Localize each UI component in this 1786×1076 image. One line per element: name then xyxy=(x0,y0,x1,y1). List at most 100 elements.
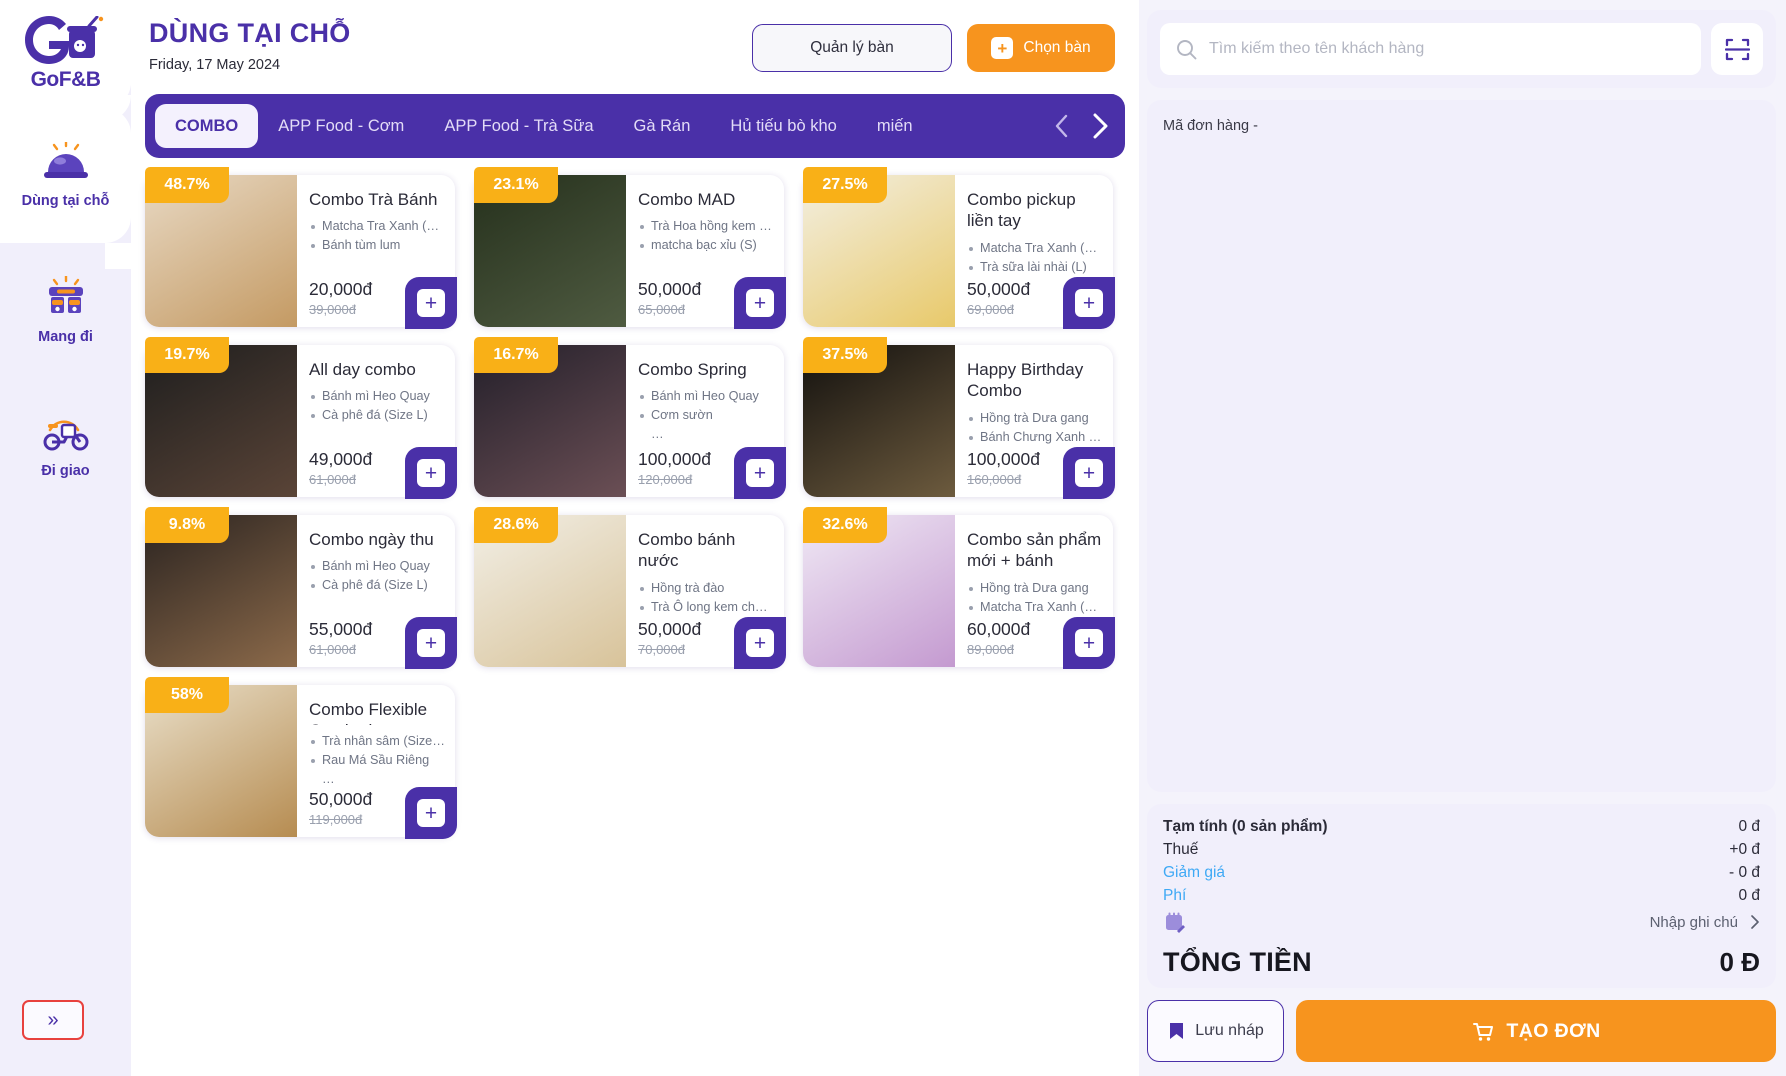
save-draft-button[interactable]: Lưu nháp xyxy=(1147,1000,1284,1062)
note-label: Nhập ghi chú xyxy=(1649,913,1738,931)
category-tabs: COMBO APP Food - Cơm APP Food - Trà Sữa … xyxy=(145,94,1125,158)
customer-search-input[interactable] xyxy=(1209,40,1685,58)
summary-row-discount[interactable]: Giảm giá - 0 đ xyxy=(1163,864,1760,882)
chevron-right-icon[interactable] xyxy=(1085,111,1115,141)
add-to-order-button[interactable]: + xyxy=(405,447,457,499)
tab-mien[interactable]: miến xyxy=(857,104,933,148)
product-options: Hồng trà đàoTrà Ô long kem chees… xyxy=(638,579,774,617)
product-option: Trà sữa lài nhài (L) xyxy=(967,258,1103,277)
chevron-left-icon[interactable] xyxy=(1047,111,1077,141)
product-options: Hồng trà Dưa gangMatcha Tra Xanh (Size S… xyxy=(967,579,1103,617)
product-name: Combo ngày thu xyxy=(309,530,434,549)
dine-in-icon xyxy=(43,142,88,178)
manage-table-label: Quản lý bàn xyxy=(810,39,894,56)
add-to-order-button[interactable]: + xyxy=(1063,617,1115,669)
product-option: Trà nhân sâm (Size L) xyxy=(309,732,445,751)
customer-search-card xyxy=(1147,10,1776,88)
product-options: Matcha Tra Xanh (Size S)Bánh tùm lum xyxy=(309,217,445,255)
save-draft-label: Lưu nháp xyxy=(1195,1022,1264,1039)
summary-value: 0 đ xyxy=(1738,818,1760,835)
search-field-wrapper[interactable] xyxy=(1160,23,1701,75)
tab-combo[interactable]: COMBO xyxy=(155,104,259,148)
bookmark-icon xyxy=(1170,1023,1184,1039)
brand-name: GoF&B xyxy=(30,68,101,91)
note-input-trigger[interactable]: Nhập ghi chú xyxy=(1650,914,1760,931)
tabs-scroll-controls xyxy=(1021,94,1115,158)
product-card[interactable]: 28.6% Combo bánh nước Hồng trà đào Trà Ô lo… xyxy=(474,507,786,669)
plus-icon: + xyxy=(991,37,1014,59)
add-to-order-button[interactable]: + xyxy=(405,787,457,839)
discount-badge: 23.1% xyxy=(474,167,558,203)
product-card[interactable]: 16.7% Combo Spring Bánh mì Heo Quay Cơm sườ… xyxy=(474,337,786,499)
manage-table-button[interactable]: Quản lý bàn xyxy=(752,24,952,72)
summary-value: 0 đ xyxy=(1738,887,1760,904)
sidebar-item-delivery[interactable]: Đi giao xyxy=(0,378,131,513)
product-card[interactable]: 32.6% Combo sản phẩm mới + bánh Hồng trà D… xyxy=(803,507,1115,669)
add-to-order-button[interactable]: + xyxy=(734,617,786,669)
tab-label: Hủ tiếu bò kho xyxy=(730,116,837,135)
pos-app: GoF&B Dùng tại chỗ Mang đi Đi giao » DÙN… xyxy=(0,0,1786,1076)
discount-badge: 48.7% xyxy=(145,167,229,203)
product-card[interactable]: 37.5% Happy Birthday Combo Hồng trà Dưa ga… xyxy=(803,337,1115,499)
sidebar-item-takeaway[interactable]: Mang đi xyxy=(0,243,131,378)
discount-badge: 58% xyxy=(145,677,229,713)
product-option: Rau Má Sầu Riêng xyxy=(309,751,445,770)
product-option: … xyxy=(651,427,664,442)
product-card[interactable]: 58% Combo Flexible Combo long text… Trà nh… xyxy=(145,677,457,839)
summary-label: Tạm tính (0 sản phẩm) xyxy=(1163,818,1328,835)
create-order-button[interactable]: TẠO ĐƠN xyxy=(1296,1000,1776,1062)
order-note-row[interactable]: Nhập ghi chú xyxy=(1163,911,1760,933)
summary-value: +0 đ xyxy=(1729,841,1760,858)
order-code-row: Mã đơn hàng - xyxy=(1163,118,1760,134)
product-card[interactable]: 19.7% All day combo Bánh mì Heo Quay Cà phê… xyxy=(145,337,457,499)
product-card[interactable]: 23.1% Combo MAD Trà Hoa hồng kem che…match… xyxy=(474,167,786,329)
plus-icon: + xyxy=(1075,629,1103,657)
add-to-order-button[interactable]: + xyxy=(734,447,786,499)
scan-qr-button[interactable] xyxy=(1711,23,1763,75)
product-option: Hồng trà Dưa gang xyxy=(967,409,1103,428)
product-name: All day combo xyxy=(309,360,416,379)
product-option: Trà Hoa hồng kem che… xyxy=(638,217,774,236)
order-actions: Lưu nháp TẠO ĐƠN xyxy=(1147,1000,1776,1066)
tab-app-food-tra-sua[interactable]: APP Food - Trà Sữa xyxy=(424,104,613,148)
discount-badge: 32.6% xyxy=(803,507,887,543)
choose-table-label: Chọn bàn xyxy=(1023,39,1091,56)
summary-label[interactable]: Phí xyxy=(1163,887,1186,905)
product-options: Trà nhân sâm (Size L) Rau Má Sầu Riêng… xyxy=(309,732,445,789)
sidebar-item-dine-in[interactable]: Dùng tại chỗ xyxy=(0,82,131,269)
summary-row-fee[interactable]: Phí 0 đ xyxy=(1163,887,1760,905)
product-options: Bánh mì Heo Quay Cà phê đá (Size L) xyxy=(309,557,445,595)
summary-label[interactable]: Giảm giá xyxy=(1163,864,1225,882)
expand-sidebar-button[interactable]: » xyxy=(22,1000,84,1040)
tab-app-food-com[interactable]: APP Food - Cơm xyxy=(258,104,424,148)
product-card[interactable]: 9.8% Combo ngày thu Bánh mì Heo Quay Cà phê… xyxy=(145,507,457,669)
product-option: Trà Ô long kem chees… xyxy=(638,598,774,617)
product-option: Bánh tùm lum xyxy=(309,236,445,255)
product-card[interactable]: 27.5% Combo pickup liền tay Matcha Tra Xan… xyxy=(803,167,1115,329)
tab-hu-tieu-bo-kho[interactable]: Hủ tiếu bò kho xyxy=(710,104,856,148)
product-card[interactable]: 48.7% Combo Trà Bánh Matcha Tra Xanh (Size… xyxy=(145,167,457,329)
product-name: Combo sản phẩm mới + bánh xyxy=(967,530,1102,571)
product-option: Cà phê đá (Size L) xyxy=(309,406,445,425)
product-name: Combo bánh nước xyxy=(638,530,736,571)
product-options: Matcha Tra Xanh (Size S)Trà sữa lài nhài… xyxy=(967,239,1103,277)
product-option: Matcha Tra Xanh (Size S) xyxy=(967,598,1103,617)
add-to-order-button[interactable]: + xyxy=(1063,447,1115,499)
add-to-order-button[interactable]: + xyxy=(1063,277,1115,329)
add-to-order-button[interactable]: + xyxy=(734,277,786,329)
choose-table-button[interactable]: + Chọn bàn xyxy=(967,24,1115,72)
discount-badge: 16.7% xyxy=(474,337,558,373)
left-sidebar: GoF&B Dùng tại chỗ Mang đi Đi giao » xyxy=(0,0,131,1076)
tab-ga-ran[interactable]: Gà Rán xyxy=(614,104,711,148)
product-option: Matcha Tra Xanh (Size S) xyxy=(967,239,1103,258)
sidebar-item-label: Dùng tại chỗ xyxy=(21,193,110,209)
order-summary: Tạm tính (0 sản phẩm) 0 đ Thuế +0 đ Giảm… xyxy=(1147,804,1776,988)
plus-icon: + xyxy=(746,289,774,317)
note-edit-icon xyxy=(1166,912,1185,933)
add-to-order-button[interactable]: + xyxy=(405,277,457,329)
page-header: DÙNG TẠI CHỖ Friday, 17 May 2024 Quản lý… xyxy=(131,0,1139,73)
add-to-order-button[interactable]: + xyxy=(405,617,457,669)
plus-icon: + xyxy=(417,459,445,487)
product-option: Bánh mì Heo Quay xyxy=(309,387,445,406)
product-option: Hồng trà Dưa gang xyxy=(967,579,1103,598)
